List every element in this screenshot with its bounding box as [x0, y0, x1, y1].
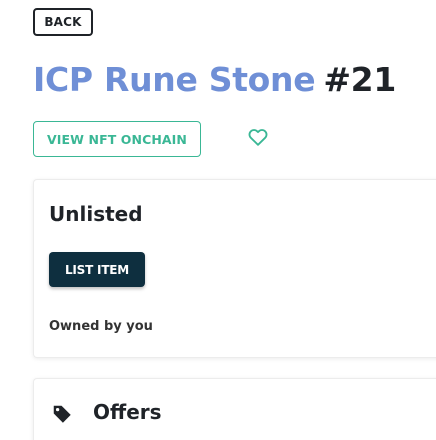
- back-button[interactable]: BACK: [33, 8, 93, 36]
- list-item-button[interactable]: LIST ITEM: [49, 252, 145, 287]
- owner-text: Owned by you: [49, 319, 153, 334]
- offers-card: Offers: [33, 378, 436, 440]
- view-nft-onchain-button[interactable]: VIEW NFT ONCHAIN: [33, 121, 201, 157]
- tag-icon: [53, 405, 71, 423]
- listing-status-card: Unlisted LIST ITEM Owned by you: [33, 179, 436, 358]
- offers-title: Offers: [93, 400, 162, 424]
- page-title: ICP Rune Stone #21: [33, 58, 396, 102]
- heart-icon[interactable]: [247, 126, 269, 148]
- collection-name: ICP Rune Stone: [33, 60, 316, 99]
- token-number: #21: [323, 60, 397, 99]
- nft-detail-page: BACK ICP Rune Stone #21 VIEW NFT ONCHAIN …: [0, 0, 436, 440]
- listing-status: Unlisted: [49, 202, 143, 226]
